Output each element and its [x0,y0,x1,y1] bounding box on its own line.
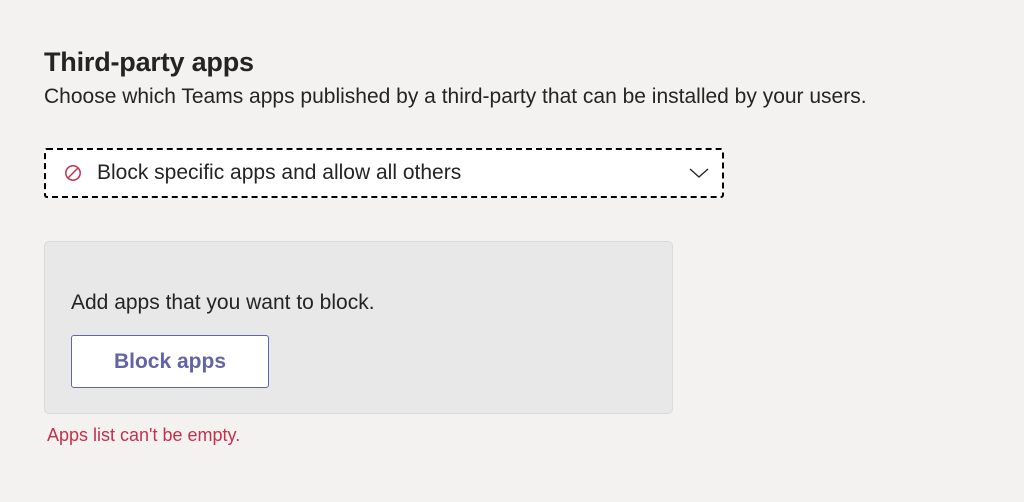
app-policy-dropdown[interactable]: Block specific apps and allow all others [44,148,724,198]
block-apps-panel: Add apps that you want to block. Block a… [44,241,673,414]
section-title: Third-party apps [44,47,254,77]
dropdown-selected-value: Block specific apps and allow all others [97,161,462,184]
block-icon [64,164,82,182]
third-party-apps-section: Third-party apps Choose which Teams apps… [44,44,1004,112]
panel-instruction: Add apps that you want to block. [71,291,375,314]
block-apps-button[interactable]: Block apps [71,335,269,388]
section-description: Choose which Teams apps published by a t… [44,85,867,108]
error-message: Apps list can't be empty. [47,425,241,445]
chevron-down-icon [688,166,710,180]
